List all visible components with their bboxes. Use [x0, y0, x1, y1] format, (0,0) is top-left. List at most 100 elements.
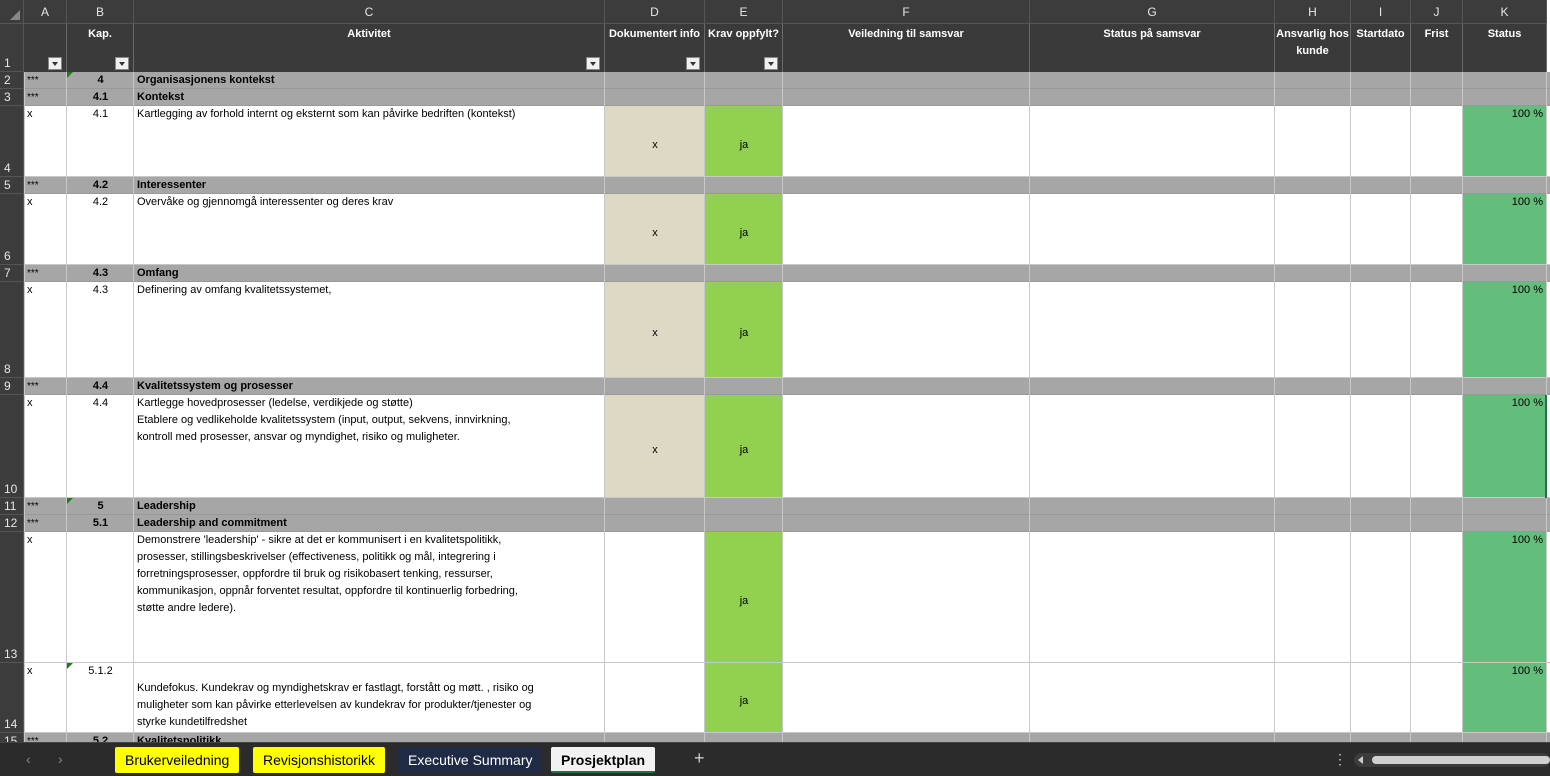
- empty-cell-j[interactable]: [1411, 106, 1463, 177]
- item-chapter[interactable]: 4.2: [67, 194, 134, 265]
- item-chapter[interactable]: 4.1: [67, 106, 134, 177]
- row-header-8[interactable]: 8: [0, 282, 24, 378]
- requirement-met-cell[interactable]: ja: [705, 106, 783, 177]
- item-chapter[interactable]: 5.1.2: [67, 663, 134, 733]
- item-chapter[interactable]: 4.3: [67, 282, 134, 378]
- empty-cell-h[interactable]: [1275, 395, 1351, 498]
- item-marker[interactable]: x: [24, 106, 67, 177]
- tab-prosjektplan[interactable]: Prosjektplan: [551, 747, 656, 773]
- add-sheet-icon[interactable]: +: [694, 748, 705, 769]
- column-header-h[interactable]: H: [1275, 0, 1351, 24]
- activity-text[interactable]: Demonstrere 'leadership' - sikre at det …: [134, 532, 605, 663]
- prev-sheet-arrow-icon[interactable]: ‹: [26, 751, 31, 767]
- more-options-icon[interactable]: ⋮: [1333, 751, 1347, 768]
- row-header-6[interactable]: 6: [0, 194, 24, 265]
- empty-cell-h[interactable]: [1275, 106, 1351, 177]
- empty-cell-h[interactable]: [1275, 532, 1351, 663]
- documented-info-cell[interactable]: x: [605, 106, 705, 177]
- status-cell[interactable]: 100 %: [1463, 194, 1547, 265]
- activity-text[interactable]: Overvåke og gjennomgå interessenter og d…: [134, 194, 605, 265]
- empty-cell-i[interactable]: [1351, 663, 1411, 733]
- activity-text[interactable]: Definering av omfang kvalitetssystemet,: [134, 282, 605, 378]
- filter-dropdown-b-icon[interactable]: [115, 57, 129, 70]
- column-header-k[interactable]: K: [1463, 0, 1547, 24]
- horizontal-scrollbar[interactable]: [1354, 753, 1550, 767]
- tab-executive-summary[interactable]: Executive Summary: [398, 747, 543, 773]
- column-header-e[interactable]: E: [705, 0, 783, 24]
- requirement-met-cell[interactable]: ja: [705, 395, 783, 498]
- empty-cell-f[interactable]: [783, 106, 1030, 177]
- column-header-c[interactable]: C: [134, 0, 605, 24]
- activity-text[interactable]: Kartlegge hovedprosesser (ledelse, verdi…: [134, 395, 605, 498]
- row-header-3[interactable]: 3: [0, 89, 24, 106]
- column-header-d[interactable]: D: [605, 0, 705, 24]
- empty-cell-g[interactable]: [1030, 194, 1275, 265]
- column-header-b[interactable]: B: [67, 0, 134, 24]
- filter-dropdown-d-icon[interactable]: [686, 57, 700, 70]
- empty-cell-j[interactable]: [1411, 532, 1463, 663]
- next-sheet-arrow-icon[interactable]: ›: [58, 751, 63, 767]
- row-header-9[interactable]: 9: [0, 378, 24, 395]
- item-marker[interactable]: x: [24, 532, 67, 663]
- requirement-met-cell[interactable]: ja: [705, 532, 783, 663]
- empty-cell-g[interactable]: [1030, 532, 1275, 663]
- activity-text[interactable]: Kartlegging av forhold internt og ekster…: [134, 106, 605, 177]
- row-header-1[interactable]: 1: [0, 24, 24, 72]
- status-cell[interactable]: 100 %: [1463, 663, 1547, 733]
- empty-cell-f[interactable]: [783, 395, 1030, 498]
- empty-cell-h[interactable]: [1275, 282, 1351, 378]
- item-chapter[interactable]: [67, 532, 134, 663]
- item-marker[interactable]: x: [24, 395, 67, 498]
- row-header-15[interactable]: 15: [0, 733, 24, 742]
- requirement-met-cell[interactable]: ja: [705, 663, 783, 733]
- status-cell[interactable]: 100 %: [1463, 282, 1547, 378]
- item-marker[interactable]: x: [24, 663, 67, 733]
- select-all-corner[interactable]: [0, 0, 24, 24]
- scroll-left-icon[interactable]: [1358, 756, 1363, 764]
- tab-revisjonshistorikk[interactable]: Revisjonshistorikk: [253, 747, 386, 773]
- row-header-14[interactable]: 14: [0, 663, 24, 733]
- filter-dropdown-a-icon[interactable]: [48, 57, 62, 70]
- item-chapter[interactable]: 4.4: [67, 395, 134, 498]
- requirement-met-cell[interactable]: ja: [705, 194, 783, 265]
- empty-cell-f[interactable]: [783, 194, 1030, 265]
- empty-cell-g[interactable]: [1030, 663, 1275, 733]
- row-header-2[interactable]: 2: [0, 72, 24, 89]
- empty-cell-h[interactable]: [1275, 663, 1351, 733]
- documented-info-cell[interactable]: [605, 532, 705, 663]
- column-header-a[interactable]: A: [24, 0, 67, 24]
- tab-brukerveiledning[interactable]: Brukerveiledning: [115, 747, 240, 773]
- requirement-met-cell[interactable]: ja: [705, 282, 783, 378]
- row-header-7[interactable]: 7: [0, 265, 24, 282]
- filter-dropdown-e-icon[interactable]: [764, 57, 778, 70]
- scrollbar-thumb[interactable]: [1372, 756, 1550, 764]
- activity-text[interactable]: Kundefokus. Kundekrav og myndighetskrav …: [134, 663, 605, 733]
- empty-cell-h[interactable]: [1275, 194, 1351, 265]
- empty-cell-j[interactable]: [1411, 194, 1463, 265]
- empty-cell-f[interactable]: [783, 282, 1030, 378]
- empty-cell-i[interactable]: [1351, 282, 1411, 378]
- status-cell[interactable]: 100 %: [1463, 106, 1547, 177]
- column-header-j[interactable]: J: [1411, 0, 1463, 24]
- row-header-4[interactable]: 4: [0, 106, 24, 177]
- empty-cell-j[interactable]: [1411, 395, 1463, 498]
- documented-info-cell[interactable]: [605, 663, 705, 733]
- column-header-i[interactable]: I: [1351, 0, 1411, 24]
- row-header-13[interactable]: 13: [0, 532, 24, 663]
- row-header-12[interactable]: 12: [0, 515, 24, 532]
- documented-info-cell[interactable]: x: [605, 194, 705, 265]
- documented-info-cell[interactable]: x: [605, 282, 705, 378]
- row-header-5[interactable]: 5: [0, 177, 24, 194]
- empty-cell-j[interactable]: [1411, 663, 1463, 733]
- spreadsheet-grid[interactable]: A B C D E F G H I J K 1 Kap. Aktivitet Dokumentert inf…: [0, 0, 1550, 742]
- empty-cell-g[interactable]: [1030, 282, 1275, 378]
- column-header-g[interactable]: G: [1030, 0, 1275, 24]
- filter-dropdown-c-icon[interactable]: [586, 57, 600, 70]
- column-header-f[interactable]: F: [783, 0, 1030, 24]
- empty-cell-g[interactable]: [1030, 395, 1275, 498]
- status-cell[interactable]: 100 %: [1463, 395, 1547, 498]
- empty-cell-i[interactable]: [1351, 395, 1411, 498]
- documented-info-cell[interactable]: x: [605, 395, 705, 498]
- empty-cell-g[interactable]: [1030, 106, 1275, 177]
- empty-cell-f[interactable]: [783, 532, 1030, 663]
